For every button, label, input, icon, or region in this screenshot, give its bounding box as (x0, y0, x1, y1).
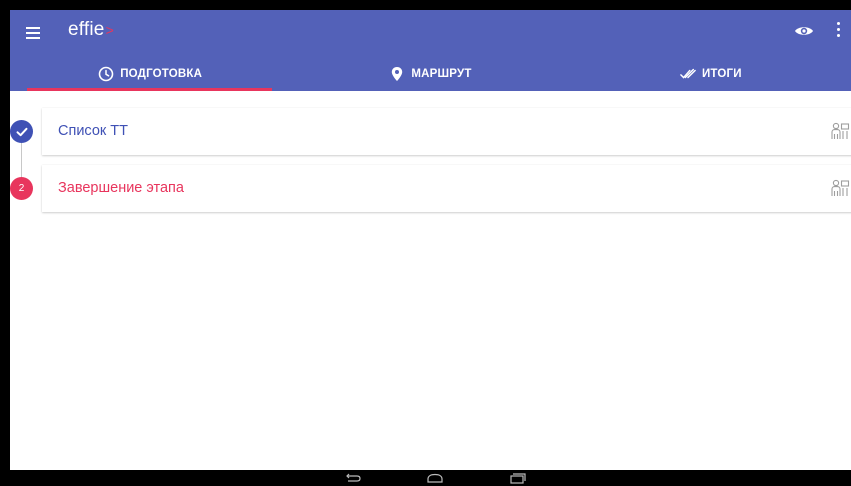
step-label: Завершение этапа (58, 180, 184, 196)
tab-label: ПОДГОТОВКА (120, 67, 203, 80)
app-bar: effie> ПОДГОТОВКА МАРШРУТ ИТОГИ (10, 10, 851, 91)
step-done-badge (10, 120, 33, 143)
tab-route[interactable]: МАРШРУТ (290, 56, 570, 91)
home-icon[interactable] (425, 471, 445, 485)
menu-icon-line (26, 27, 40, 29)
map-pin-icon (389, 66, 405, 82)
menu-icon-line (26, 32, 40, 34)
system-nav-bar (10, 470, 851, 486)
kebab-dot (836, 28, 840, 31)
tab-preparation[interactable]: ПОДГОТОВКА (10, 56, 290, 91)
logo-caret: > (105, 22, 114, 38)
recent-apps-icon[interactable] (508, 471, 528, 485)
tab-bar: ПОДГОТОВКА МАРШРУТ ИТОГИ (10, 56, 851, 91)
check-icon (16, 127, 27, 136)
tab-results[interactable]: ИТОГИ (571, 56, 851, 91)
menu-button[interactable] (22, 22, 44, 44)
people-icon[interactable] (830, 121, 850, 141)
step-label: Список ТТ (58, 123, 128, 139)
eye-icon[interactable] (793, 22, 815, 40)
tab-label: МАРШРУТ (411, 67, 472, 80)
tab-label: ИТОГИ (701, 67, 742, 80)
more-options-button[interactable] (832, 22, 844, 42)
step-card-finish-stage[interactable]: Завершение этапа (42, 165, 851, 212)
kebab-dot (836, 34, 840, 37)
app-screen: effie> ПОДГОТОВКА МАРШРУТ ИТОГИ 2 Список… (10, 10, 851, 486)
kebab-dot (836, 22, 840, 25)
people-icon[interactable] (830, 178, 850, 198)
menu-icon-line (26, 37, 40, 39)
back-icon[interactable] (343, 471, 363, 485)
step-number-badge: 2 (10, 177, 33, 200)
double-check-icon (680, 66, 696, 82)
app-logo: effie> (68, 19, 114, 41)
logo-text: effie (68, 19, 105, 40)
tab-indicator (27, 88, 272, 91)
clock-icon (98, 66, 114, 82)
step-card-outlet-list[interactable]: Список ТТ (42, 108, 851, 155)
